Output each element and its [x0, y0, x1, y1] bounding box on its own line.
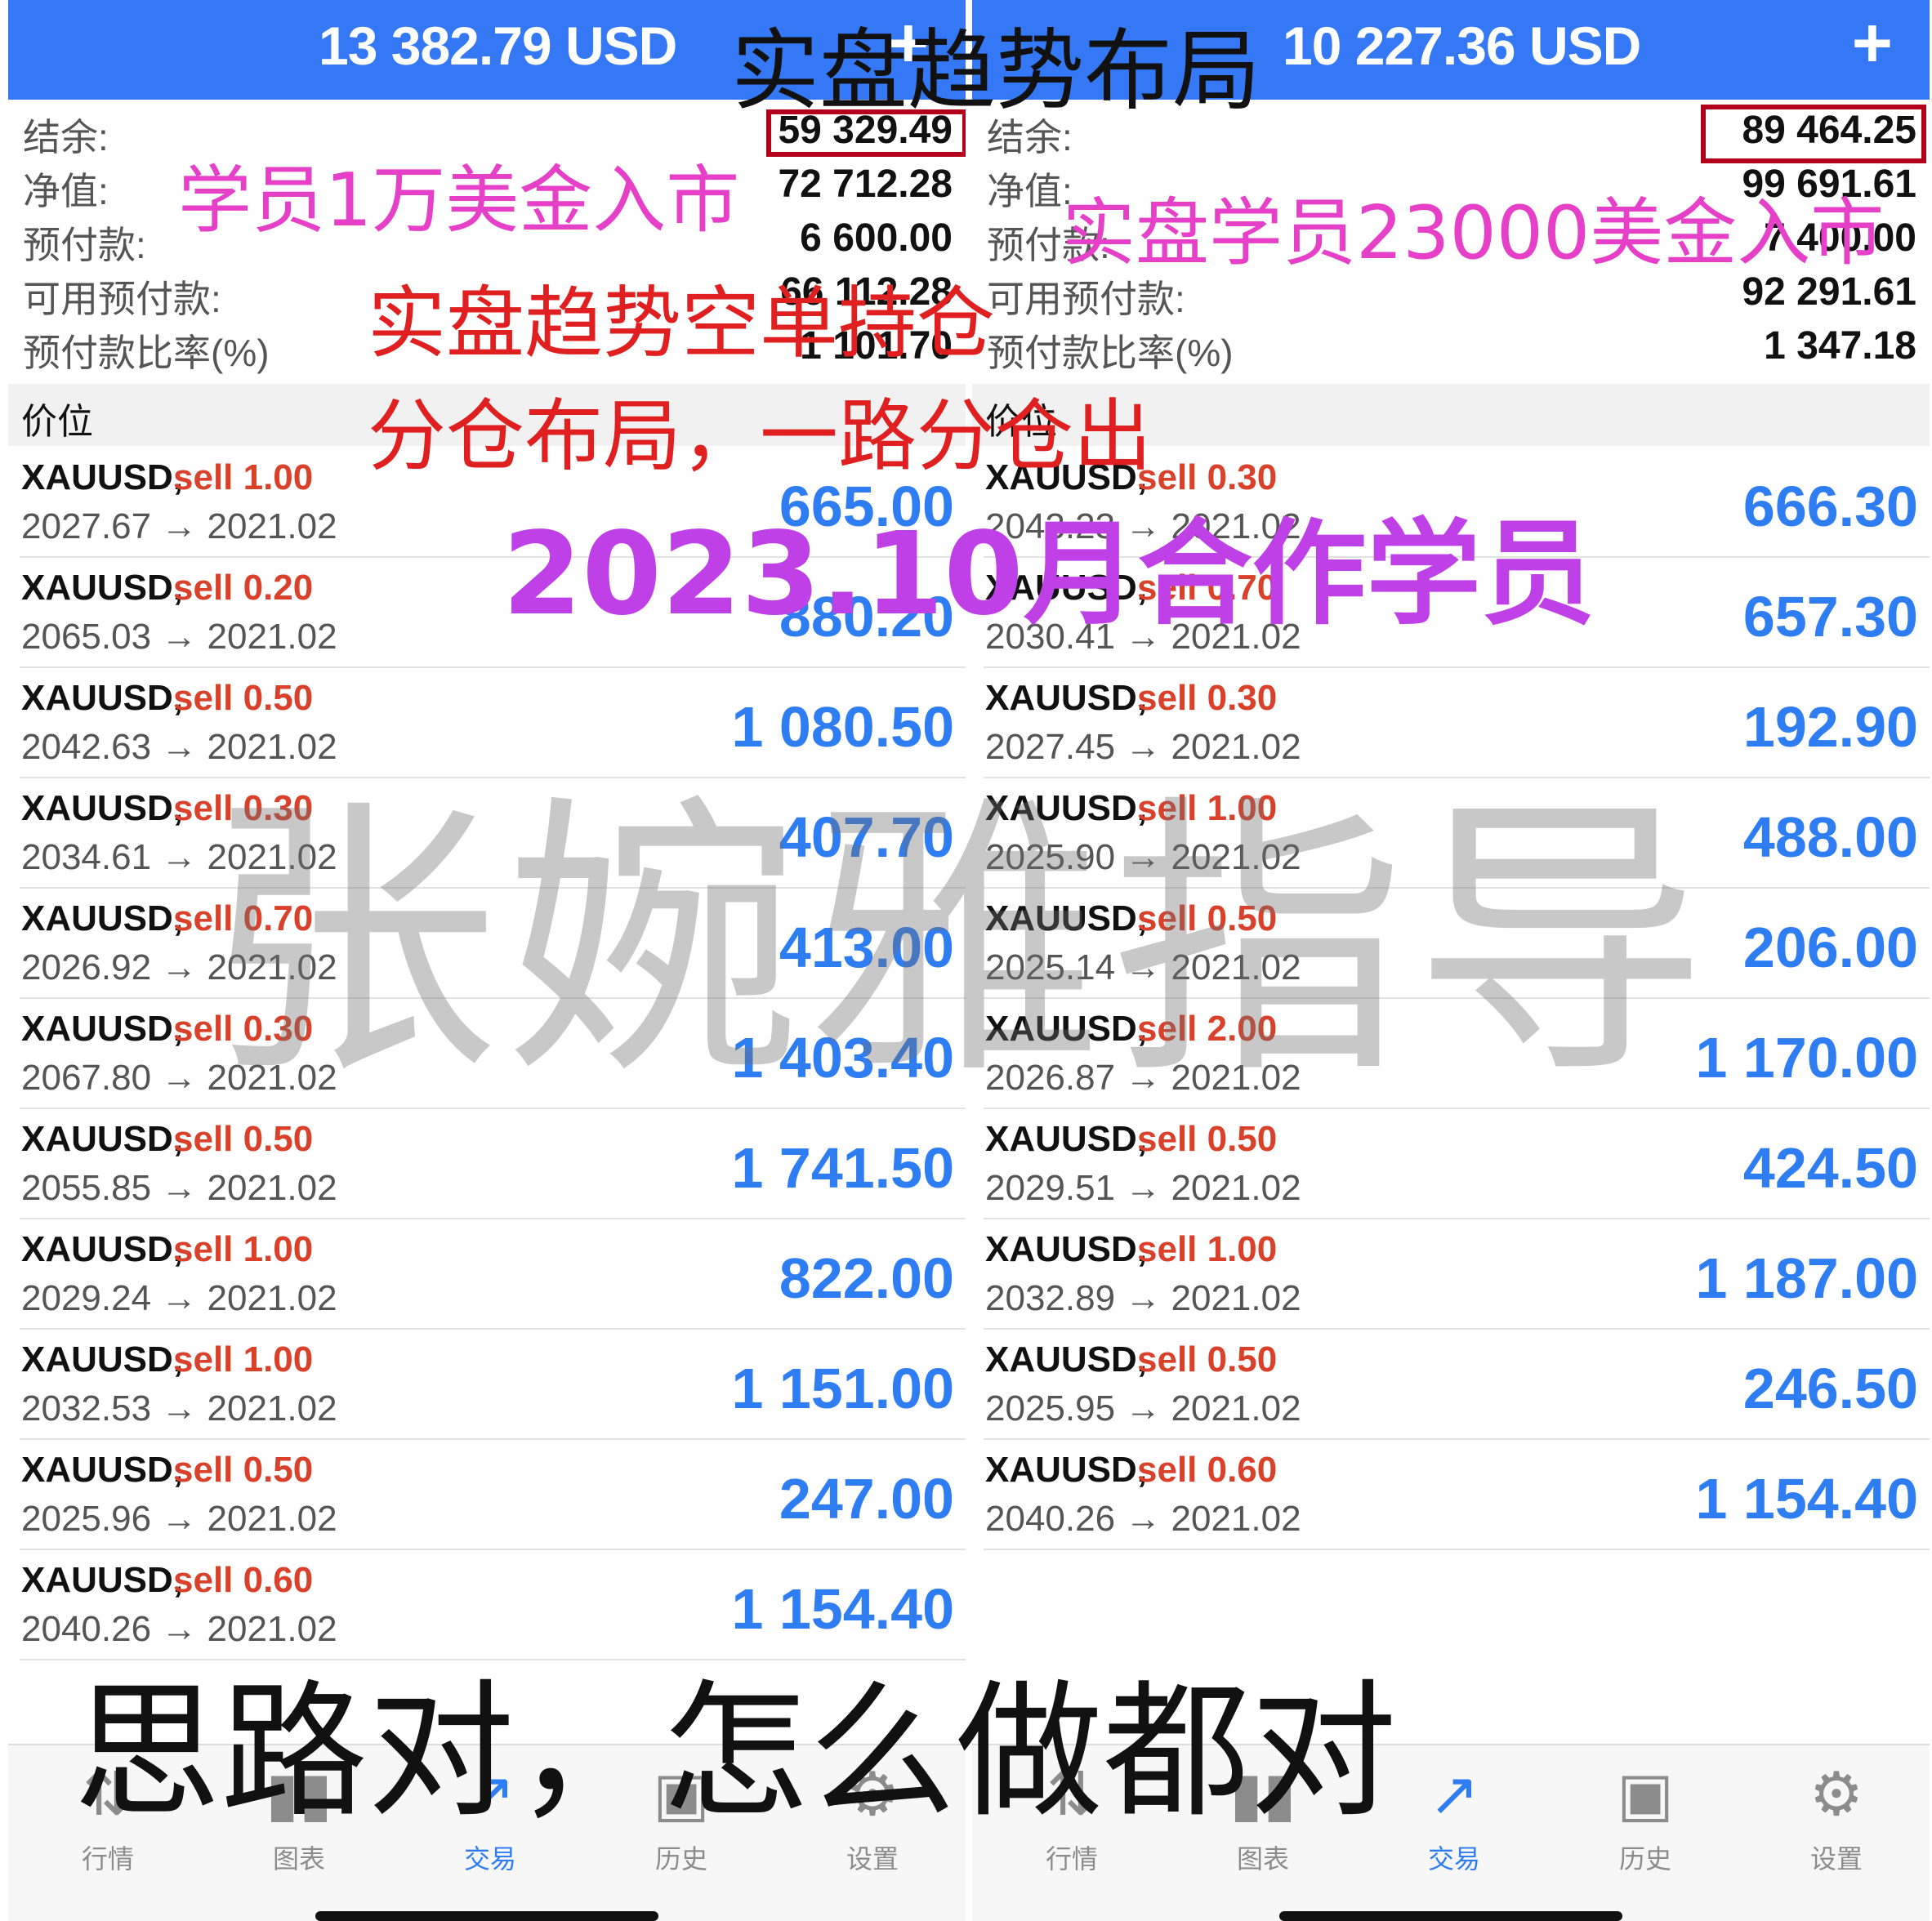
- position-profit: 657.30: [1742, 585, 1918, 649]
- settings-icon: ⚙: [1809, 1760, 1864, 1828]
- summary-value: 1 347.18: [1764, 324, 1916, 368]
- position-row[interactable]: XAUUSD, sell 0.50 2025.96 → 2021.02 247.…: [20, 1440, 966, 1550]
- balance-highlight-box: [1701, 105, 1926, 163]
- overlay-pink-right: 实盘学员23000美金入市: [1062, 190, 1885, 276]
- tab-history[interactable]: ▣ 历史: [1580, 1757, 1711, 1876]
- position-symbol: XAUUSD,: [985, 1450, 1148, 1490]
- position-symbol: XAUUSD,: [21, 1339, 184, 1379]
- watermark-text: 张婉雅指导: [204, 771, 1716, 1113]
- position-side: sell 0.50: [173, 1450, 314, 1490]
- position-symbol: XAUUSD,: [21, 898, 184, 938]
- position-symbol: XAUUSD,: [21, 1450, 184, 1490]
- summary-label: 预付款:: [23, 224, 146, 266]
- summary-label: 结余:: [23, 116, 109, 158]
- position-profit: 206.00: [1742, 916, 1918, 979]
- position-profit: 247.00: [779, 1467, 954, 1531]
- position-profit: 192.90: [1742, 695, 1918, 759]
- position-prices: 2032.89 → 2021.02: [985, 1278, 1301, 1318]
- position-side: sell 0.20: [173, 568, 314, 608]
- position-profit: 822.00: [779, 1246, 954, 1310]
- position-side: sell 0.60: [1137, 1450, 1278, 1490]
- summary-label: 净值:: [987, 170, 1073, 212]
- tab-label: 交易: [1427, 1844, 1480, 1874]
- position-side: sell 0.60: [173, 1560, 314, 1600]
- position-profit: 1 151.00: [731, 1357, 954, 1420]
- position-prices: 2065.03 → 2021.02: [21, 617, 337, 657]
- position-profit: 488.00: [1742, 805, 1918, 869]
- summary-value: 6 600.00: [800, 216, 953, 260]
- overlay-red-line1: 实盘趋势空单持仓: [368, 278, 995, 369]
- overlay-red-line2: 分仓布局，一路分仓出: [368, 390, 1152, 482]
- position-symbol: XAUUSD,: [21, 1009, 184, 1049]
- summary-label: 可用预付款:: [23, 278, 221, 320]
- position-prices: 2029.51 → 2021.02: [985, 1168, 1301, 1208]
- header-profit-amount: 13 382.79 USD: [319, 16, 677, 76]
- position-prices: 2029.24 → 2021.02: [21, 1278, 337, 1318]
- overlay-bottom-slogan: 思路对，怎么做都对: [74, 1667, 1398, 1838]
- summary-label: 净值:: [23, 170, 109, 212]
- position-profit: 1 170.00: [1695, 1026, 1918, 1090]
- overlay-title: 实盘趋势布局: [731, 20, 1261, 123]
- tab-settings[interactable]: ⚙ 设置: [1771, 1757, 1902, 1876]
- position-profit: 246.50: [1742, 1357, 1918, 1420]
- trade-icon: ↗: [1428, 1760, 1479, 1828]
- position-row[interactable]: XAUUSD, sell 1.00 2029.24 → 2021.02 822.…: [20, 1219, 966, 1330]
- position-profit: 1 187.00: [1695, 1246, 1918, 1310]
- position-profit: 1 741.50: [731, 1136, 954, 1200]
- position-row[interactable]: XAUUSD, sell 0.60 2040.26 → 2021.02 1 15…: [984, 1440, 1930, 1550]
- overlay-purple-date: 2023.10月合作学员: [502, 508, 1595, 641]
- position-side: sell 1.00: [1137, 1229, 1278, 1269]
- summary-label: 预付款比率(%): [987, 332, 1234, 374]
- position-profit: 424.50: [1742, 1136, 1918, 1200]
- position-profit: 666.30: [1742, 475, 1918, 538]
- position-prices: 2040.26 → 2021.02: [985, 1499, 1301, 1539]
- position-side: sell 1.00: [173, 1229, 314, 1269]
- position-side: sell 0.50: [1137, 1339, 1278, 1379]
- position-prices: 2025.96 → 2021.02: [21, 1499, 337, 1539]
- add-order-icon[interactable]: +: [1852, 8, 1893, 78]
- position-prices: 2025.95 → 2021.02: [985, 1388, 1301, 1428]
- position-symbol: XAUUSD,: [21, 1560, 184, 1600]
- summary-value: 72 712.28: [778, 163, 953, 206]
- position-side: sell 1.00: [173, 457, 314, 497]
- home-indicator: [1279, 1911, 1622, 1921]
- position-symbol: XAUUSD,: [21, 788, 184, 828]
- history-icon: ▣: [1617, 1760, 1674, 1828]
- tab-trade[interactable]: ↗ 交易: [1389, 1757, 1519, 1876]
- position-symbol: XAUUSD,: [21, 1229, 184, 1269]
- tab-label: 历史: [1618, 1844, 1671, 1874]
- position-symbol: XAUUSD,: [21, 568, 184, 608]
- position-symbol: XAUUSD,: [21, 457, 184, 497]
- position-symbol: XAUUSD,: [21, 1119, 184, 1159]
- position-profit: 1 154.40: [1695, 1467, 1918, 1531]
- position-symbol: XAUUSD,: [985, 1339, 1148, 1379]
- position-prices: 2027.67 → 2021.02: [21, 506, 337, 546]
- summary-label: 预付款比率(%): [23, 332, 270, 374]
- overlay-pink-left: 学员1万美金入市: [178, 158, 740, 243]
- tab-label: 设置: [1809, 1844, 1863, 1874]
- position-row[interactable]: XAUUSD, sell 1.00 2032.53 → 2021.02 1 15…: [20, 1330, 966, 1440]
- header-profit-amount: 10 227.36 USD: [1283, 16, 1641, 76]
- position-row[interactable]: XAUUSD, sell 1.00 2032.89 → 2021.02 1 18…: [984, 1219, 1930, 1330]
- section-label: 价位: [21, 402, 93, 442]
- position-symbol: XAUUSD,: [21, 678, 184, 718]
- position-row[interactable]: XAUUSD, sell 0.50 2025.95 → 2021.02 246.…: [984, 1330, 1930, 1440]
- position-side: sell 1.00: [173, 1339, 314, 1379]
- position-symbol: XAUUSD,: [985, 1229, 1148, 1269]
- summary-row-margin-level: 预付款比率(%) 1 347.18: [972, 320, 1930, 374]
- position-prices: 2032.53 → 2021.02: [21, 1388, 337, 1428]
- position-prices: 2055.85 → 2021.02: [21, 1168, 337, 1208]
- home-indicator: [315, 1911, 658, 1921]
